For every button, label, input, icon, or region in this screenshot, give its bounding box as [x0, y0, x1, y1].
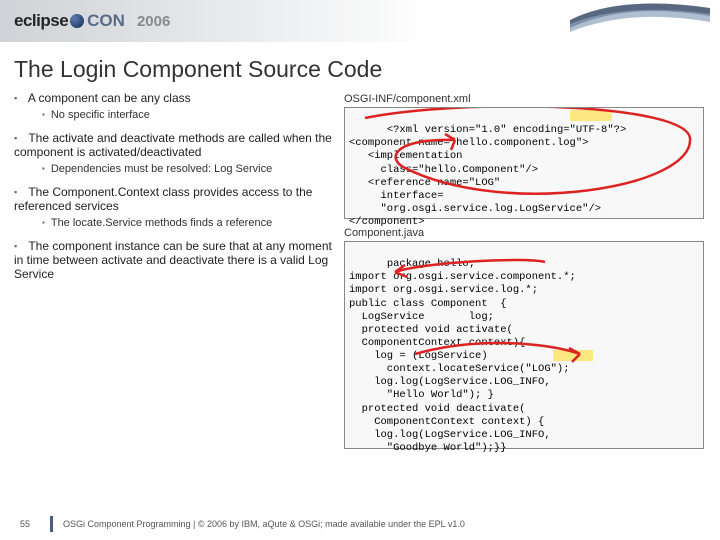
sub-bullet: No specific interface — [42, 109, 334, 121]
highlight-rect — [553, 350, 593, 361]
page-number: 55 — [0, 519, 50, 529]
bullet-text: The component instance can be sure that … — [14, 239, 332, 281]
bullet-item: The component instance can be sure that … — [14, 239, 334, 281]
sub-bullet: Dependencies must be resolved: Log Servi… — [42, 163, 334, 175]
xml-code: <?xml version="1.0" encoding="UTF-8"?> <… — [349, 124, 626, 228]
header-year: 2006 — [137, 13, 170, 30]
brand-eclipse: eclipse — [14, 11, 86, 31]
bullet-item: The activate and deactivate methods are … — [14, 131, 334, 175]
bullet-text: The activate and deactivate methods are … — [14, 131, 332, 159]
brand-con: CON — [87, 11, 125, 31]
highlight-rect — [570, 110, 612, 121]
xml-file-label: OSGI-INF/component.xml — [344, 93, 704, 105]
slide-title: The Login Component Source Code — [14, 56, 720, 83]
bullet-item: A component can be any class No specific… — [14, 91, 334, 121]
sub-bullet: The locate.Service methods finds a refer… — [42, 217, 334, 229]
bullet-text: A component can be any class — [28, 91, 191, 105]
footer-bar: OSGi Component Programming | © 2006 by I… — [50, 516, 465, 532]
xml-code-box: <?xml version="1.0" encoding="UTF-8"?> <… — [344, 107, 704, 219]
bullet-list: A component can be any class No specific… — [14, 91, 334, 281]
footer-text: OSGi Component Programming | © 2006 by I… — [63, 519, 465, 529]
eclipse-ball-icon — [70, 14, 84, 28]
code-column: OSGI-INF/component.xml <?xml version="1.… — [344, 91, 704, 449]
header-swoosh-icon — [570, 0, 710, 40]
bullet-item: The Component.Context class provides acc… — [14, 185, 334, 229]
java-code: package hello; import org.osgi.service.c… — [349, 258, 576, 454]
arrowhead-icon — [569, 348, 580, 362]
java-code-box: package hello; import org.osgi.service.c… — [344, 241, 704, 449]
brand-left-text: eclipse — [14, 11, 68, 31]
slide-footer: 55 OSGi Component Programming | © 2006 b… — [0, 516, 720, 532]
bullets-column: A component can be any class No specific… — [14, 91, 334, 449]
content-area: A component can be any class No specific… — [0, 91, 720, 449]
bullet-text: The Component.Context class provides acc… — [14, 185, 312, 213]
slide-header: eclipse CON 2006 — [0, 0, 720, 42]
